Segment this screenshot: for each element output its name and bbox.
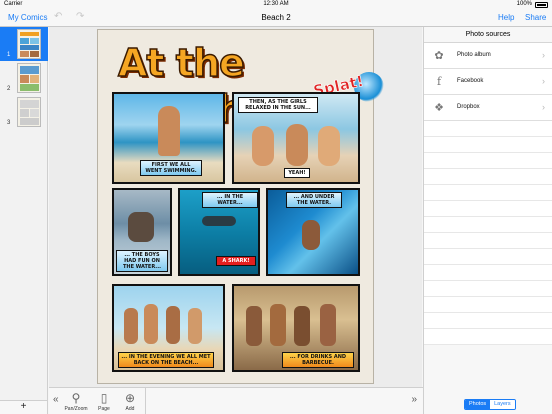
page-number: 3 xyxy=(7,120,11,126)
plus-circle-icon: ⊕ xyxy=(124,391,136,405)
canvas-area[interactable]: At the Beach Splat! FIRST WE ALL WENT SW… xyxy=(49,27,422,387)
photo-figure xyxy=(124,308,138,344)
tab-photos[interactable]: Photos xyxy=(465,400,491,409)
page-thumbnail-2[interactable]: 2 xyxy=(0,61,48,95)
share-button[interactable]: Share xyxy=(525,13,546,22)
empty-row xyxy=(424,169,552,185)
empty-row xyxy=(424,329,552,345)
clock: 12:30 AM xyxy=(263,1,289,7)
caption-box[interactable]: ... FOR DRINKS AND BARBECUE. xyxy=(282,352,354,368)
page-number: 2 xyxy=(7,86,11,92)
photo-sources-panel: Photo sources ✿ Photo album › f Facebook… xyxy=(423,27,552,414)
comic-panel-1[interactable]: FIRST WE ALL WENT SWIMMING. xyxy=(112,92,225,184)
app-root: Carrier 12:30 AM 100% My Comics ↶ ↷ Beac… xyxy=(0,0,552,414)
page-thumbnail-3[interactable]: 3 xyxy=(0,95,48,129)
source-label: Photo album xyxy=(457,52,491,58)
dropbox-icon: ❖ xyxy=(434,102,444,114)
photo-figure xyxy=(166,306,180,344)
page-number: 1 xyxy=(7,52,11,58)
caption-box[interactable]: ... IN THE WATER... xyxy=(202,192,258,208)
caption-box[interactable]: ... IN THE EVENING WE ALL MET BACK ON TH… xyxy=(118,352,214,368)
comic-panel-3[interactable]: ... THE BOYS HAD FUN ON THE WATER... xyxy=(112,188,172,276)
empty-row xyxy=(424,121,552,137)
empty-row xyxy=(424,265,552,281)
empty-row xyxy=(424,233,552,249)
photo-figure xyxy=(252,126,274,166)
source-photo-album[interactable]: ✿ Photo album › xyxy=(424,43,552,69)
empty-row xyxy=(424,137,552,153)
chevron-right-icon: › xyxy=(542,76,545,86)
page-strip: 1 2 3 xyxy=(0,27,48,400)
battery-percent: 100% xyxy=(516,1,532,7)
tab-layers[interactable]: Layers xyxy=(490,400,515,409)
empty-row xyxy=(424,281,552,297)
photo-figure xyxy=(188,308,202,344)
empty-row xyxy=(424,297,552,313)
status-bar: Carrier 12:30 AM 100% xyxy=(0,0,552,10)
photo-diver xyxy=(202,216,236,226)
caption-box[interactable]: THEN, AS THE GIRLS RELAXED IN THE SUN... xyxy=(238,97,318,113)
source-label: Facebook xyxy=(457,78,484,84)
chevron-right-icon: › xyxy=(542,50,545,60)
photo-figure xyxy=(158,106,180,156)
tool-label: Page xyxy=(98,406,110,412)
page-icon: ▯ xyxy=(100,391,108,405)
source-facebook[interactable]: f Facebook › xyxy=(424,69,552,95)
magnifier-icon: ⚲ xyxy=(71,391,81,405)
toolbar-divider xyxy=(145,388,146,414)
flower-icon: ✿ xyxy=(434,50,444,62)
page-tool[interactable]: ▯ Page xyxy=(91,390,117,414)
tool-label: Add xyxy=(125,406,135,412)
pan-zoom-tool[interactable]: ⚲ Pan/Zoom xyxy=(63,390,89,414)
bottom-toolbar: « ⚲ Pan/Zoom ▯ Page ⊕ Add » xyxy=(49,387,423,414)
page-preview xyxy=(17,29,41,59)
facebook-icon: f xyxy=(436,75,442,88)
empty-row xyxy=(424,313,552,329)
add-tool[interactable]: ⊕ Add xyxy=(117,390,143,414)
battery-icon xyxy=(535,2,548,8)
photo-figure xyxy=(246,306,262,346)
add-page-button[interactable]: + xyxy=(0,400,48,414)
source-label: Dropbox xyxy=(457,104,480,110)
page-thumbnail-1[interactable]: 1 xyxy=(0,27,48,61)
comic-panel-6[interactable]: ... IN THE EVENING WE ALL MET BACK ON TH… xyxy=(112,284,225,372)
caption-box[interactable]: ... THE BOYS HAD FUN ON THE WATER... xyxy=(116,250,168,272)
panel-segmented-control: Photos Layers xyxy=(464,399,516,410)
collapse-sources-icon[interactable]: » xyxy=(411,394,417,405)
empty-row xyxy=(424,217,552,233)
panel-header: Photo sources xyxy=(424,27,552,43)
comic-title[interactable]: At the Beach xyxy=(117,40,338,132)
comic-panel-2[interactable]: THEN, AS THE GIRLS RELAXED IN THE SUN...… xyxy=(232,92,360,184)
photo-figure xyxy=(294,306,310,346)
caption-box[interactable]: FIRST WE ALL WENT SWIMMING. xyxy=(140,160,202,176)
comic-panel-7[interactable]: ... FOR DRINKS AND BARBECUE. xyxy=(232,284,360,372)
comic-page[interactable]: At the Beach Splat! FIRST WE ALL WENT SW… xyxy=(97,29,384,384)
empty-row xyxy=(424,249,552,265)
help-button[interactable]: Help xyxy=(498,13,514,22)
shout-bubble[interactable]: A SHARK! xyxy=(216,256,256,266)
empty-row xyxy=(424,185,552,201)
caption-box[interactable]: ... AND UNDER THE WATER. xyxy=(286,192,342,208)
photo-figure xyxy=(270,304,286,346)
photo-figure xyxy=(318,126,340,166)
photo-surfer xyxy=(302,220,320,250)
chevron-right-icon: › xyxy=(542,102,545,112)
photo-figure xyxy=(320,304,336,346)
page-preview xyxy=(17,97,41,127)
page-title: Beach 2 xyxy=(261,13,291,22)
source-dropbox[interactable]: ❖ Dropbox › xyxy=(424,95,552,121)
collapse-pages-icon[interactable]: « xyxy=(53,394,59,405)
photo-figure xyxy=(144,304,158,344)
comic-panel-5[interactable]: ... AND UNDER THE WATER. xyxy=(266,188,360,276)
photo-figure xyxy=(286,124,308,166)
empty-row xyxy=(424,153,552,169)
empty-row xyxy=(424,201,552,217)
comic-panel-4[interactable]: ... IN THE WATER... A SHARK! xyxy=(178,188,260,276)
speech-bubble[interactable]: YEAH! xyxy=(284,168,310,178)
photo-figure xyxy=(128,212,154,242)
page-preview xyxy=(17,63,41,93)
navigation-bar: My Comics ↶ ↷ Beach 2 Help Share xyxy=(0,10,552,27)
tool-label: Pan/Zoom xyxy=(64,406,88,412)
